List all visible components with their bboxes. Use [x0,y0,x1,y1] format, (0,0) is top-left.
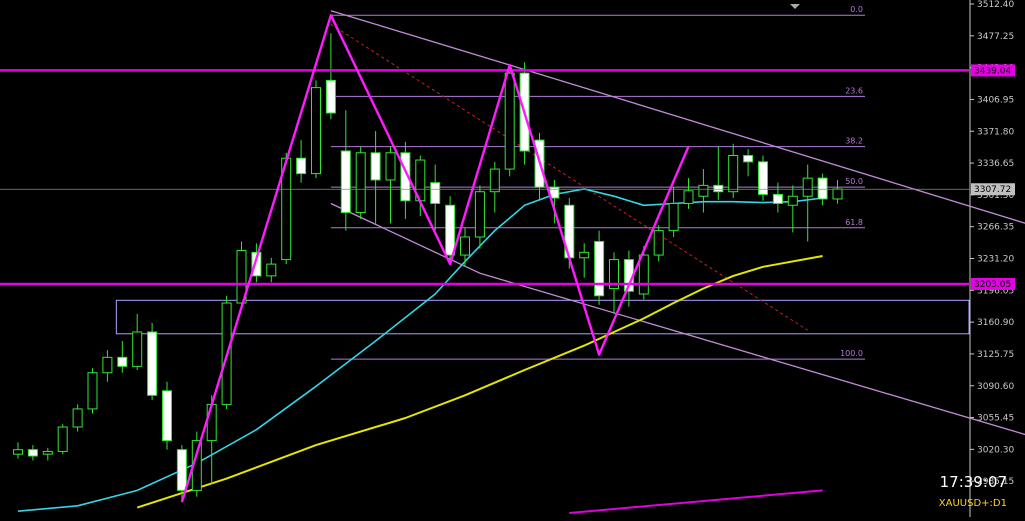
candle[interactable] [325,79,336,114]
fib-level-label: 100.0 [840,349,863,358]
candle[interactable] [802,177,813,197]
clock-label: 17:39:07 [939,473,1007,491]
fib-level-label: 0.0 [850,5,863,14]
candle[interactable] [147,331,158,396]
candle[interactable] [817,177,828,200]
candle[interactable] [27,449,38,457]
price-tick-label: 3477.25 [977,32,1014,42]
candle[interactable] [72,408,83,428]
symbol-label: XAUUSD+:D1 [938,498,1007,509]
candle[interactable] [653,230,664,256]
candle[interactable] [206,403,217,442]
candle[interactable] [266,263,277,277]
candle[interactable] [42,450,53,455]
candle[interactable] [162,390,172,442]
fib-level-label: 50.0 [845,177,863,186]
candle[interactable] [713,184,724,193]
price-tick-label: 3231.20 [977,255,1014,265]
candle[interactable] [355,152,366,214]
candle[interactable] [117,356,128,367]
candle[interactable] [728,155,739,193]
candle[interactable] [504,72,515,170]
candle[interactable] [474,191,485,238]
candle[interactable] [489,168,500,193]
candle[interactable] [57,426,68,452]
candle[interactable] [445,204,456,256]
price-tick-label: 3160.90 [977,318,1014,328]
candle[interactable] [102,356,113,374]
candle[interactable] [296,157,307,175]
candle[interactable] [176,449,187,491]
price-tick-label: 3512.40 [977,0,1014,10]
price-chart[interactable]: 3512.403477.253442.103406.953371.803336.… [0,0,1025,517]
support-zone[interactable] [115,299,970,335]
candle[interactable] [430,182,441,204]
price-tick-label: 3371.80 [977,127,1014,137]
candle[interactable] [579,251,590,259]
candle[interactable] [698,184,709,197]
candle[interactable] [385,152,396,181]
fib-level-label: 23.6 [845,86,863,95]
channel-lower-line [330,202,1025,436]
candle[interactable] [683,190,694,204]
price-tick-label: 3336.65 [977,159,1014,169]
price-tick-label: 3125.75 [977,350,1014,360]
price-tick-label: 3266.35 [977,223,1014,233]
candle[interactable] [743,155,754,163]
candle[interactable] [460,236,470,256]
lower-moving-average-segment [569,489,823,514]
current-price-label: 3307.72 [974,185,1011,195]
candle[interactable] [370,152,381,181]
horizontal-level-label: 3203.05 [974,280,1011,290]
chart-shift-marker[interactable] [790,4,800,9]
horizontal-level-label: 3439.04 [974,66,1011,76]
candle[interactable] [787,195,798,206]
candle[interactable] [132,331,143,367]
chart-container: 3512.403477.253442.103406.953371.803336.… [0,0,1025,517]
fib-level-label: 38.2 [845,137,863,146]
fib-level-label: 61.8 [845,218,863,227]
candle[interactable] [311,87,321,175]
candle[interactable] [772,193,783,204]
price-tick-label: 3020.30 [977,445,1014,455]
candle[interactable] [668,202,679,232]
candle[interactable] [13,449,23,455]
candle[interactable] [87,372,98,410]
price-tick-label: 3090.60 [977,382,1014,392]
candle[interactable] [340,150,351,214]
candle[interactable] [832,188,843,200]
candle[interactable] [594,240,605,297]
price-tick-label: 3406.95 [977,95,1014,105]
